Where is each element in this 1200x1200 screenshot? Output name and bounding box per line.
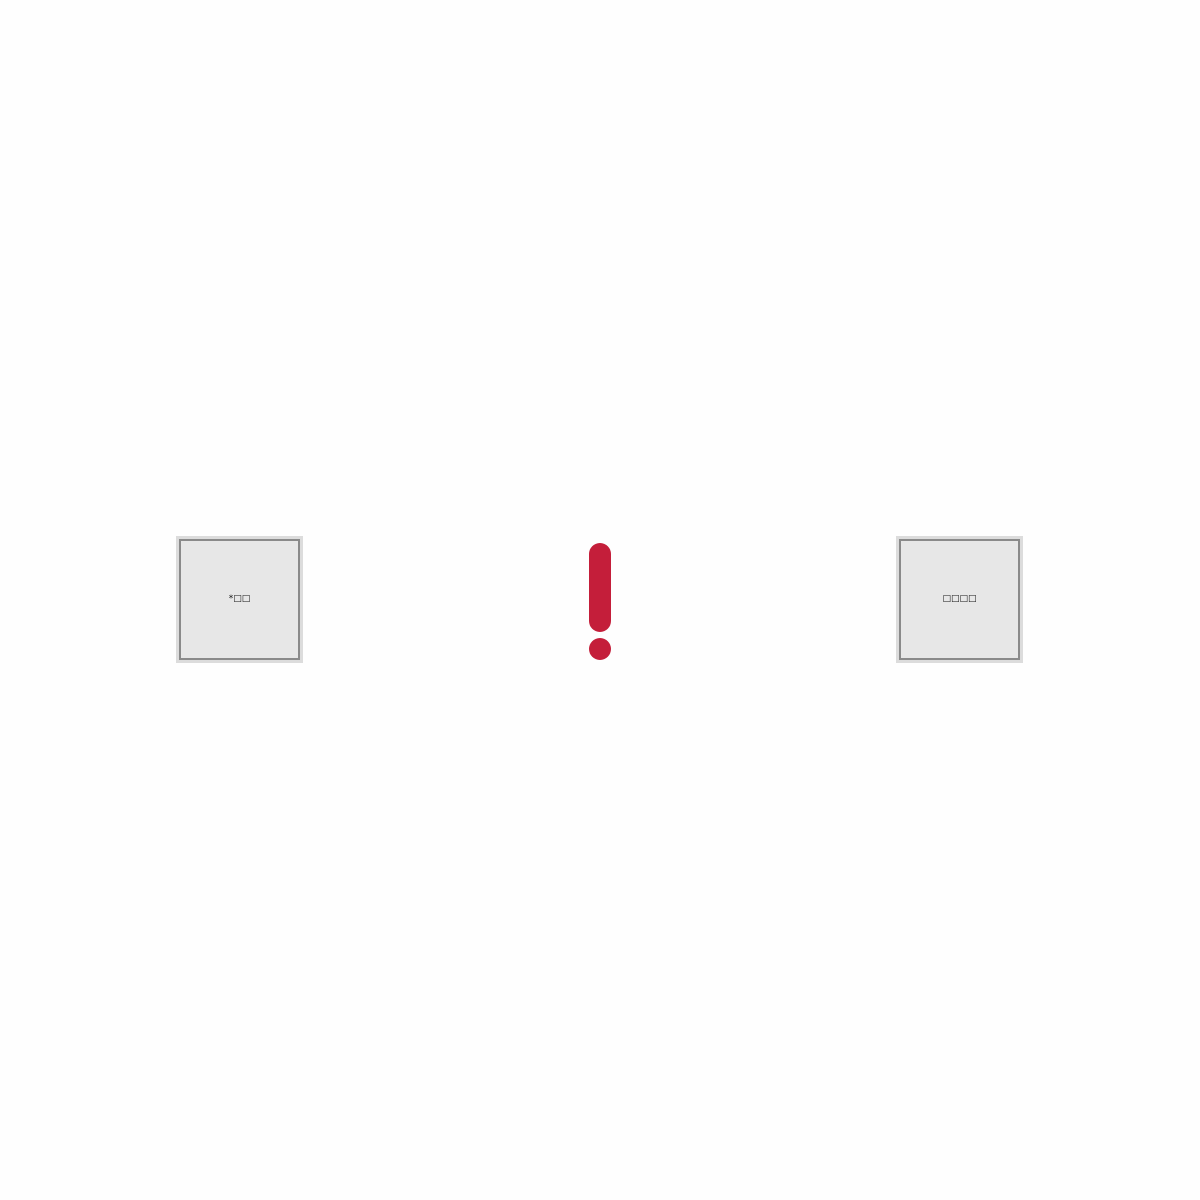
right-choice-button[interactable]: □□□□ bbox=[896, 536, 1023, 663]
exclamation-bar bbox=[589, 543, 611, 632]
right-choice-face: □□□□ bbox=[899, 539, 1020, 660]
stage: *□□ □□□□ bbox=[0, 0, 1200, 1200]
exclamation-dot bbox=[589, 638, 611, 660]
left-choice-face: *□□ bbox=[179, 539, 300, 660]
right-choice-label: □□□□ bbox=[942, 594, 977, 604]
left-choice-button[interactable]: *□□ bbox=[176, 536, 303, 663]
left-choice-label: *□□ bbox=[228, 594, 251, 604]
exclamation-icon bbox=[586, 541, 614, 663]
exclamation-glyph bbox=[589, 543, 611, 660]
